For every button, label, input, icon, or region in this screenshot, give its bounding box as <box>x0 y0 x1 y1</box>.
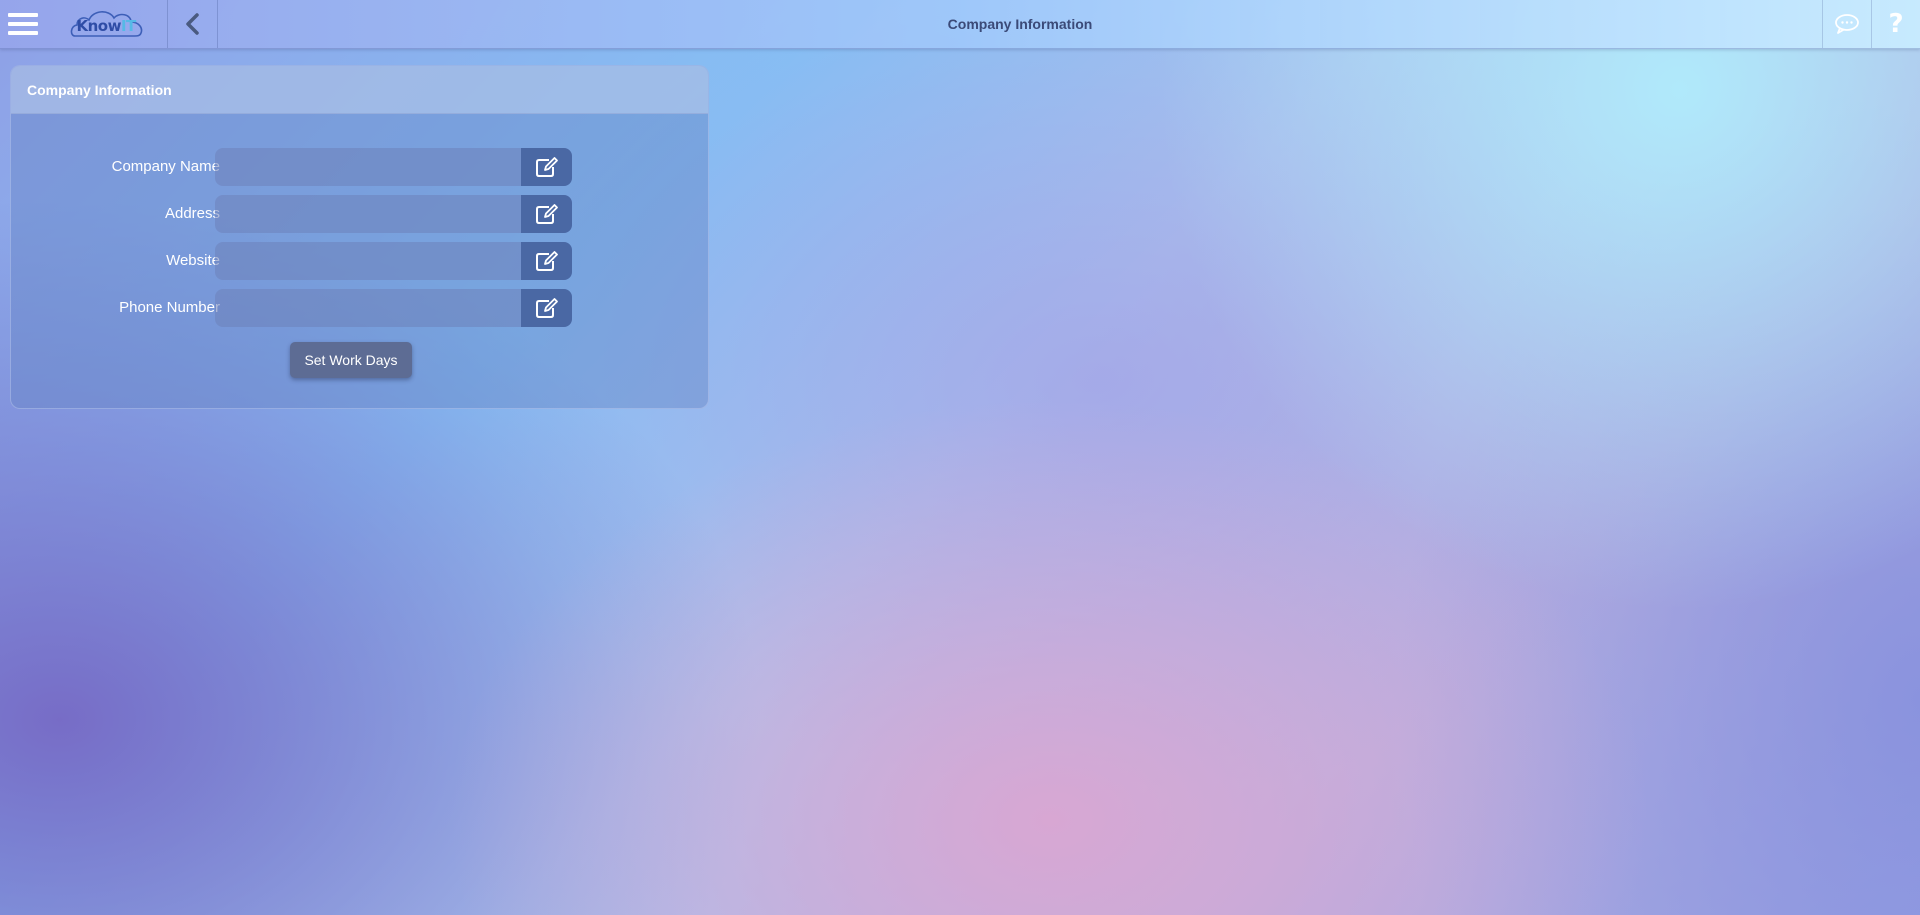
website-label: Website <box>166 252 220 269</box>
edit-pencil-icon <box>535 204 558 224</box>
set-work-days-button[interactable]: Set Work Days <box>290 342 412 378</box>
address-label: Address <box>164 205 220 222</box>
website-input[interactable] <box>215 242 521 280</box>
company-name-row: Company Name <box>11 148 708 186</box>
company-name-label: Company Name <box>111 158 220 175</box>
panel-title: Company Information <box>27 81 172 98</box>
edit-address-button[interactable] <box>521 195 572 233</box>
page-title: Company Information <box>947 16 1093 32</box>
edit-phone-number-button[interactable] <box>521 289 572 327</box>
website-row: Website <box>11 242 708 280</box>
chevron-left-icon <box>185 13 199 35</box>
edit-website-button[interactable] <box>521 242 572 280</box>
help-button[interactable]: ? <box>1871 0 1920 48</box>
address-input[interactable] <box>215 195 521 233</box>
chat-button[interactable] <box>1822 0 1871 48</box>
back-button[interactable] <box>168 0 218 48</box>
company-info-panel: Company Information Company Name Address… <box>10 65 709 409</box>
logo-container[interactable]: KnowIT <box>46 0 168 48</box>
page-title-container: Company Information <box>218 0 1822 48</box>
question-mark-icon: ? <box>1888 9 1904 39</box>
company-name-input[interactable] <box>215 148 521 186</box>
edit-pencil-icon <box>535 298 558 318</box>
knowit-logo: KnowIT <box>69 6 145 42</box>
logo-text: KnowIT <box>76 17 137 35</box>
edit-pencil-icon <box>535 251 558 271</box>
panel-header: Company Information <box>11 66 708 114</box>
edit-pencil-icon <box>535 157 558 177</box>
phone-number-input[interactable] <box>215 289 521 327</box>
address-row: Address <box>11 195 708 233</box>
edit-company-name-button[interactable] <box>521 148 572 186</box>
hamburger-icon <box>8 13 38 35</box>
phone-number-label: Phone Number <box>119 299 220 316</box>
menu-button[interactable] <box>0 0 46 48</box>
top-bar: KnowIT Company Information ? <box>0 0 1920 49</box>
phone-number-row: Phone Number <box>11 289 708 327</box>
chat-bubble-icon <box>1835 14 1859 34</box>
